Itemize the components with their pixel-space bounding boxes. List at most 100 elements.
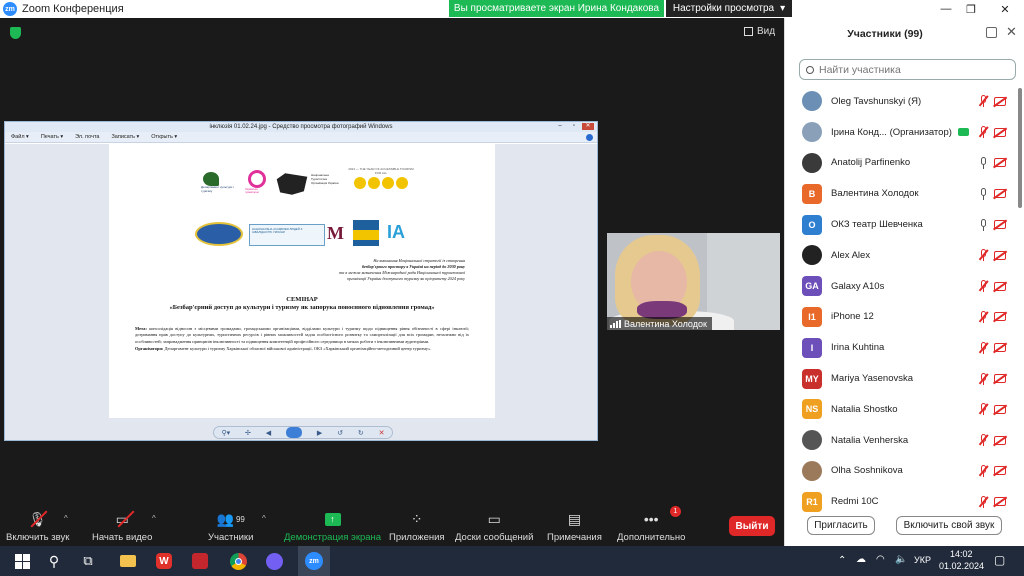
microphone-muted-icon[interactable]: [979, 434, 987, 447]
participants-button[interactable]: 👥 99 Участники: [208, 510, 253, 544]
more-button[interactable]: ••• 1 Дополнительно: [617, 506, 685, 543]
participant-row[interactable]: В Валентина Холодок: [785, 178, 1017, 209]
help-icon[interactable]: [586, 133, 593, 141]
microphone-muted-icon[interactable]: [979, 310, 987, 323]
pop-out-icon[interactable]: [986, 27, 997, 38]
camera-off-icon[interactable]: [994, 435, 1006, 445]
microphone-muted-icon[interactable]: [979, 464, 987, 477]
clock-time[interactable]: 14:02: [950, 549, 973, 559]
viewer-menu-open[interactable]: Открыть ▾: [151, 134, 177, 140]
camera-off-icon[interactable]: [994, 96, 1006, 106]
microphone-muted-icon[interactable]: [979, 403, 987, 416]
apps-button[interactable]: ⁘ Приложения: [389, 510, 445, 544]
viewer-menu-print[interactable]: Печать ▾: [41, 134, 63, 140]
camera-off-icon[interactable]: [994, 220, 1006, 230]
participant-row[interactable]: Oleg Tavshunskyi (Я): [785, 86, 1017, 117]
pdf-app-icon[interactable]: [190, 551, 210, 571]
delete-icon[interactable]: ✕: [379, 429, 385, 437]
start-video-button[interactable]: ▭ Начать видео: [92, 510, 152, 544]
view-button[interactable]: Вид: [744, 26, 775, 37]
shared-screen[interactable]: інклюзія 01.02.24.jpg - Средство просмот…: [4, 121, 598, 441]
audio-options-chevron-icon[interactable]: ^: [64, 514, 68, 523]
clock-date[interactable]: 01.02.2024: [939, 561, 984, 571]
participants-chevron-icon[interactable]: ^: [262, 514, 266, 523]
view-settings-button[interactable]: Настройки просмотра ▾: [666, 0, 792, 17]
participant-row[interactable]: R1 Redmi 10C: [785, 486, 1017, 517]
participant-row[interactable]: Alex Alex: [785, 240, 1017, 271]
participant-row[interactable]: GA Galaxy A10s: [785, 271, 1017, 302]
viewer-menu-burn[interactable]: Записать ▾: [111, 134, 139, 140]
notifications-icon[interactable]: ▢: [994, 553, 1005, 567]
task-view-icon[interactable]: ⧉: [78, 551, 98, 571]
participant-row[interactable]: Ірина Конд... (Организатор): [785, 117, 1017, 148]
chrome-icon[interactable]: [228, 551, 248, 571]
viewer-maximize-icon[interactable]: ▫: [568, 123, 580, 130]
close-panel-icon[interactable]: ✕: [1006, 24, 1017, 40]
language-indicator[interactable]: УКР: [914, 555, 931, 565]
microphone-icon[interactable]: [979, 156, 987, 169]
microphone-muted-icon[interactable]: [979, 372, 987, 385]
volume-icon[interactable]: 🔈: [895, 554, 907, 565]
viewer-close-icon[interactable]: ✕: [582, 123, 594, 130]
viewer-menu-file[interactable]: Файл ▾: [11, 134, 29, 140]
microphone-icon[interactable]: [979, 187, 987, 200]
camera-off-icon[interactable]: [994, 189, 1006, 199]
participant-search-input[interactable]: [819, 63, 999, 76]
viewer-menu-email[interactable]: Эл. почта: [75, 134, 99, 140]
shield-icon[interactable]: [10, 27, 21, 39]
viber-icon[interactable]: [264, 551, 284, 571]
microphone-muted-icon[interactable]: [979, 341, 987, 354]
microphone-muted-icon[interactable]: [979, 126, 987, 139]
participant-list-scrollbar[interactable]: [1017, 84, 1023, 514]
unmute-button[interactable]: 🎙 Включить звук: [6, 510, 69, 544]
invite-button[interactable]: Пригласить: [807, 516, 875, 535]
participant-row[interactable]: Olha Soshnikova: [785, 456, 1017, 487]
camera-off-icon[interactable]: [994, 404, 1006, 414]
camera-off-icon[interactable]: [994, 466, 1006, 476]
zoom-taskbar-icon[interactable]: zm: [304, 551, 324, 571]
slideshow-icon[interactable]: [285, 427, 302, 438]
camera-off-icon[interactable]: [994, 343, 1006, 353]
wps-office-icon[interactable]: W: [154, 551, 174, 571]
close-window-icon[interactable]: ✕: [990, 0, 1020, 18]
participant-row[interactable]: I1 iPhone 12: [785, 302, 1017, 333]
participant-row[interactable]: MY Mariya Yasenovska: [785, 363, 1017, 394]
participant-video-tile[interactable]: Валентина Холодок: [607, 233, 780, 330]
taskbar-search-icon[interactable]: ⚲: [44, 551, 64, 571]
rotate-right-icon[interactable]: ↻: [358, 429, 364, 437]
tray-overflow-icon[interactable]: ⌃: [838, 555, 846, 566]
participant-row[interactable]: Natalia Venherska: [785, 425, 1017, 456]
participant-row[interactable]: О ОКЗ театр Шевченка: [785, 209, 1017, 240]
unmute-me-button[interactable]: Включить свой звук: [896, 516, 1002, 535]
viewer-minimize-icon[interactable]: –: [554, 123, 566, 130]
whiteboards-button[interactable]: ▭ Доски сообщений: [455, 510, 533, 544]
wifi-icon[interactable]: ◠: [876, 554, 885, 565]
camera-off-icon[interactable]: [994, 250, 1006, 260]
camera-off-icon[interactable]: [994, 158, 1006, 168]
camera-off-icon[interactable]: [994, 497, 1006, 507]
file-explorer-icon[interactable]: [118, 551, 138, 571]
maximize-icon[interactable]: ❐: [956, 0, 986, 18]
next-icon[interactable]: ▶: [317, 429, 322, 437]
video-options-chevron-icon[interactable]: ^: [152, 514, 156, 523]
participant-row[interactable]: NS Natalia Shostko: [785, 394, 1017, 425]
zoom-icon[interactable]: ⚲▾: [221, 429, 230, 437]
microphone-muted-icon[interactable]: [979, 495, 987, 508]
camera-off-icon[interactable]: [994, 374, 1006, 384]
notes-button[interactable]: ▤ Примечания: [547, 510, 602, 544]
network-icon[interactable]: ☁: [856, 554, 866, 565]
leave-button[interactable]: Выйти: [729, 516, 775, 536]
camera-off-icon[interactable]: [994, 281, 1006, 291]
share-screen-button[interactable]: ↑ Демонстрация экрана: [284, 510, 381, 543]
microphone-icon[interactable]: [979, 218, 987, 231]
camera-off-icon[interactable]: [994, 312, 1006, 322]
camera-off-icon[interactable]: [994, 127, 1006, 137]
windows-start-icon[interactable]: [12, 551, 32, 571]
rotate-left-icon[interactable]: ↺: [337, 429, 343, 437]
microphone-muted-icon[interactable]: [979, 95, 987, 108]
participant-row[interactable]: Anatolij Parfinenko: [785, 148, 1017, 179]
actual-size-icon[interactable]: ✢: [245, 429, 251, 437]
microphone-muted-icon[interactable]: [979, 280, 987, 293]
participant-row[interactable]: I Irina Kuhtina: [785, 332, 1017, 363]
microphone-muted-icon[interactable]: [979, 249, 987, 262]
